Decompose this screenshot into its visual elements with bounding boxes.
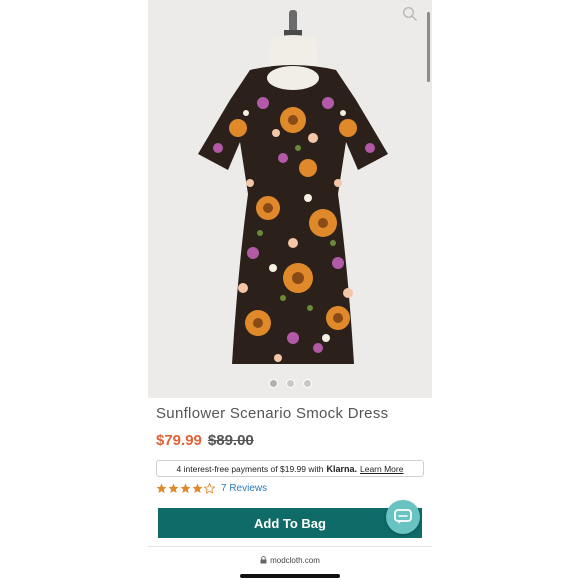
add-to-bag-button[interactable]: Add To Bag bbox=[158, 508, 422, 538]
price-row: $79.99 $89.00 bbox=[156, 432, 254, 449]
home-indicator[interactable] bbox=[240, 574, 340, 578]
product-title: Sunflower Scenario Smock Dress bbox=[156, 405, 389, 422]
search-icon[interactable] bbox=[402, 6, 418, 22]
browser-divider bbox=[148, 546, 432, 547]
klarna-logo: Klarna. bbox=[326, 463, 357, 474]
klarna-text: 4 interest-free payments of $19.99 with bbox=[176, 463, 324, 474]
chat-icon bbox=[394, 509, 412, 524]
carousel-dot-3[interactable] bbox=[302, 378, 312, 388]
product-image[interactable] bbox=[148, 0, 432, 398]
dress-image bbox=[198, 10, 388, 364]
carousel-dots bbox=[148, 377, 432, 389]
lock-icon bbox=[260, 556, 267, 564]
klarna-banner[interactable]: 4 interest-free payments of $19.99 with … bbox=[156, 460, 424, 477]
screenshot-frame: Sunflower Scenario Smock Dress $79.99 $8… bbox=[0, 0, 580, 580]
star-rating bbox=[156, 483, 215, 494]
star-icon bbox=[180, 483, 191, 493]
original-price: $89.00 bbox=[207, 432, 254, 449]
product-page: Sunflower Scenario Smock Dress $79.99 $8… bbox=[148, 0, 432, 580]
star-outline-icon bbox=[204, 483, 215, 494]
carousel-dot-2[interactable] bbox=[285, 378, 295, 388]
url-text: modcloth.com bbox=[270, 555, 320, 565]
chat-button[interactable] bbox=[386, 500, 420, 534]
carousel-dot-1[interactable] bbox=[268, 378, 278, 388]
star-icon bbox=[168, 483, 179, 493]
scrollbar[interactable] bbox=[427, 12, 430, 82]
browser-url-bar[interactable]: modcloth.com bbox=[148, 552, 432, 568]
reviews-link[interactable]: 7 Reviews bbox=[221, 483, 267, 494]
star-icon bbox=[156, 483, 167, 493]
rating-row: 7 Reviews bbox=[156, 483, 267, 494]
sale-price: $79.99 bbox=[156, 432, 202, 449]
learn-more-link[interactable]: Learn More bbox=[360, 464, 403, 474]
star-icon bbox=[192, 483, 203, 493]
